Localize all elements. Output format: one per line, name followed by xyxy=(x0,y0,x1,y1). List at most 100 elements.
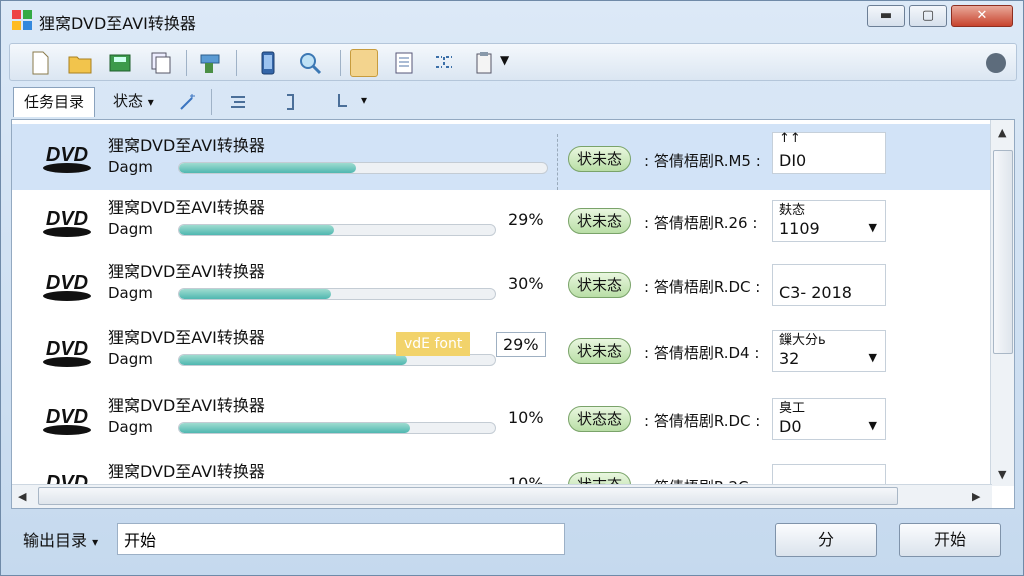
svg-text:DVD: DVD xyxy=(46,272,88,294)
status-badge[interactable]: 状态态 xyxy=(568,406,632,432)
scroll-left-icon[interactable]: ◀ xyxy=(18,490,26,503)
task-progress-fill xyxy=(179,225,334,235)
phone-export-icon[interactable] xyxy=(254,49,282,77)
status-dropdown-icon: ▾ xyxy=(147,95,154,109)
dropdown-label: ↑↑ xyxy=(779,131,801,146)
tab-status-label: 状态 xyxy=(113,92,144,110)
settings-puzzle-icon[interactable] xyxy=(196,49,224,77)
row-option-dropdown[interactable]: C3- 2018 xyxy=(772,264,886,306)
task-progress-percent: 10% xyxy=(508,408,544,427)
close-button[interactable]: ✕ xyxy=(951,5,1013,27)
align-list-icon[interactable] xyxy=(227,91,249,113)
dvd-logo-icon: DVD xyxy=(43,208,91,237)
secondary-toolbar: 任务目录 状态 ▾ ▾ xyxy=(9,85,1017,119)
task-progress-bar xyxy=(178,224,496,236)
row-option-dropdown[interactable]: 麸态 1109 ▼ xyxy=(772,200,886,242)
branch-icon[interactable] xyxy=(331,91,353,113)
share-button[interactable]: 分 xyxy=(775,523,877,557)
flow-icon[interactable] xyxy=(430,49,458,77)
task-code: : 答倩梧剧R.26 : xyxy=(644,214,758,232)
output-path-input[interactable] xyxy=(117,523,565,555)
sparkle-wand-icon[interactable] xyxy=(177,91,199,113)
task-name: 狸窝DVD至AVI转换器 xyxy=(108,136,265,155)
dropdown-arrow-icon: ▼ xyxy=(868,351,877,364)
dropdown-value: DI0 xyxy=(779,151,807,170)
dropdown-value: 32 xyxy=(779,349,800,368)
list-view-icon[interactable] xyxy=(390,49,418,77)
status-badge[interactable]: 状未态 xyxy=(568,208,632,234)
copy-icon[interactable] xyxy=(146,49,174,77)
clipboard-dropdown-icon[interactable]: ▼ xyxy=(500,53,509,67)
dropdown-arrow-icon: ▼ xyxy=(868,419,877,432)
task-code: : 答倩梧剧R.D4 : xyxy=(644,344,760,362)
row-option-dropdown[interactable]: ↑↑ DI0 xyxy=(772,131,886,174)
overlay-tag: vdE font xyxy=(396,332,471,356)
dvd-logo-icon: DVD xyxy=(43,338,91,367)
output-directory-selector[interactable]: 输出目录 ▾ xyxy=(23,527,98,551)
task-progress-bar xyxy=(178,422,496,434)
output-directory-label: 输出目录 xyxy=(23,531,88,550)
scroll-right-icon[interactable]: ▶ xyxy=(972,490,980,503)
clipboard-icon[interactable] xyxy=(470,49,498,77)
status-badge[interactable]: 状未态 xyxy=(568,146,632,172)
task-subtitle: Dagm xyxy=(108,418,153,436)
task-row[interactable]: DVD 狸窝DVD至AVI转换器 Dagm 状未态 : 答倩梧剧R.M5 : ↑… xyxy=(12,124,990,190)
task-progress-bar xyxy=(178,162,548,174)
task-subtitle: Dagm xyxy=(108,158,153,176)
main-toolbar: ▼ xyxy=(9,43,1017,81)
output-dropdown-icon: ▾ xyxy=(92,535,99,549)
bracket-icon[interactable] xyxy=(279,91,301,113)
scroll-up-icon[interactable]: ▲ xyxy=(998,126,1006,139)
start-button[interactable]: 开始 xyxy=(899,523,1001,557)
task-name: 狸窝DVD至AVI转换器 xyxy=(108,198,265,217)
task-progress-percent: 29% xyxy=(496,332,546,357)
app-logo-icon xyxy=(12,10,32,30)
dvd-logo-icon: DVD xyxy=(43,406,91,435)
dropdown-label: 臭工 xyxy=(779,401,806,416)
row-option-dropdown[interactable]: 鏁大分ь 32 ▼ xyxy=(772,330,886,372)
window-title: 狸窝DVD至AVI转换器 xyxy=(39,14,196,33)
dropdown-value: 1109 xyxy=(779,219,820,238)
task-row[interactable]: DVD 狸窝DVD至AVI转换器 Dagm 30% 状末态 : 答倩梧剧R.DC… xyxy=(12,252,990,318)
photo-icon[interactable] xyxy=(350,49,378,77)
task-subtitle: Dagm xyxy=(108,220,153,238)
dropdown-value: C3- 2018 xyxy=(779,283,852,302)
row-option-dropdown[interactable]: 臭工 D0 ▼ xyxy=(772,398,886,440)
new-document-icon[interactable] xyxy=(26,49,54,77)
status-badge[interactable]: 状末态 xyxy=(568,272,632,298)
dropdown-label: 鏁大分ь xyxy=(779,333,826,348)
svg-text:DVD: DVD xyxy=(46,338,88,360)
tab-task-directory[interactable]: 任务目录 xyxy=(13,87,96,117)
toolbar-divider xyxy=(340,50,341,76)
task-progress-percent: 30% xyxy=(508,274,544,293)
save-icon[interactable] xyxy=(106,49,134,77)
task-subtitle: Dagm xyxy=(108,350,153,368)
task-subtitle: Dagm xyxy=(108,284,153,302)
status-badge[interactable]: 状未态 xyxy=(568,338,632,364)
maximize-button[interactable]: ▢ xyxy=(909,5,947,27)
task-row[interactable]: DVD 狸窝DVD至AVI转换器 Dagm 29% vdE font 状未态 :… xyxy=(12,318,990,384)
horizontal-scrollbar[interactable]: ◀ ▶ xyxy=(12,484,992,508)
task-row[interactable]: DVD 狸窝DVD至AVI转换器 Dagm 10% 状态态 : 答倩梧剧R.DC… xyxy=(12,386,990,452)
minimize-button[interactable]: ▬ xyxy=(867,5,905,27)
app-window: 狸窝DVD至AVI转换器 ▬ ▢ ✕ ▼ 任务目录 状态 ▾ ▾ DVD 狸窝D… xyxy=(0,0,1024,576)
task-progress-bar xyxy=(178,288,496,300)
toolbar-divider xyxy=(236,50,237,76)
search-zoom-icon[interactable] xyxy=(296,49,324,77)
branch-dropdown-icon[interactable]: ▾ xyxy=(361,93,367,107)
task-name: 狸窝DVD至AVI转换器 xyxy=(108,462,265,481)
dropdown-label: 麸态 xyxy=(779,203,806,218)
open-folder-icon[interactable] xyxy=(66,49,94,77)
task-row[interactable]: DVD 狸窝DVD至AVI转换器 Dagm 29% 状未态 : 答倩梧剧R.26… xyxy=(12,188,990,254)
task-name: 狸窝DVD至AVI转换器 xyxy=(108,262,265,281)
vertical-scroll-thumb[interactable] xyxy=(993,150,1013,354)
vertical-scrollbar[interactable]: ▲ ▼ xyxy=(990,120,1014,486)
toolbar-divider xyxy=(186,50,187,76)
horizontal-scroll-thumb[interactable] xyxy=(38,487,898,505)
task-progress-fill xyxy=(179,163,356,173)
tab-status[interactable]: 状态 ▾ xyxy=(103,87,164,117)
scroll-down-icon[interactable]: ▼ xyxy=(998,468,1006,481)
gear-icon[interactable] xyxy=(986,53,1006,73)
task-name: 狸窝DVD至AVI转换器 xyxy=(108,328,265,347)
dvd-logo-icon: DVD xyxy=(43,144,91,173)
